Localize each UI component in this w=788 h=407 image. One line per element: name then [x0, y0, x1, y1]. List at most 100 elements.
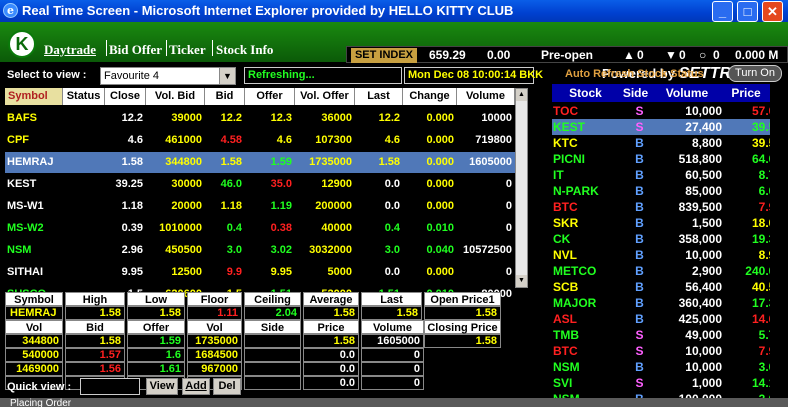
favourite-select[interactable]: Favourite 4 ▼ — [100, 67, 236, 85]
ticker-row[interactable]: ITB60,5008.70 — [552, 167, 783, 183]
ticker-row[interactable]: KEST S 27,400 39.50 — [552, 119, 783, 135]
column-header[interactable]: Close — [105, 88, 146, 105]
table-cell: 20000 — [171, 200, 202, 212]
table-cell: 12.3 — [270, 112, 292, 124]
unchanged-count: 0 — [713, 48, 720, 62]
depth-cell: 1605000 — [361, 334, 424, 348]
symbol-cell[interactable]: HEMRAJ — [5, 152, 63, 173]
depth-cell: 0.0 — [303, 362, 359, 376]
depth-cell: 0 — [361, 362, 424, 376]
nav-divider — [212, 40, 213, 56]
depth-cell: 1.56 — [65, 362, 125, 376]
column-header[interactable]: Symbol — [5, 88, 63, 105]
ticker-row[interactable]: BTCB839,5007.95 — [552, 199, 783, 215]
ie-icon: e — [3, 3, 18, 18]
table-cell: 1.58 — [220, 156, 242, 168]
ticker-row[interactable]: NVLB10,0008.90 — [552, 247, 783, 263]
depth-header: Closing Price — [424, 320, 501, 334]
ticker-row[interactable]: CK B 358,000 19.30 — [552, 231, 783, 247]
ticker-cell: 60,500 — [685, 168, 722, 182]
table-row[interactable]: SITHAI 9.95 12500 9.9 9.95 5000 0.0 0.000 0 — [5, 262, 515, 283]
quote-header: Symbol — [5, 292, 63, 306]
quick-view-input[interactable] — [80, 378, 140, 395]
nav-ticker[interactable]: Ticker — [169, 42, 206, 58]
quote-header: Floor — [187, 292, 242, 306]
quote-value: 1.58 — [303, 306, 359, 320]
symbol-cell[interactable]: NSM — [5, 240, 63, 261]
table-cell: 107300 — [315, 134, 352, 146]
table-scrollbar[interactable]: ▲ ▼ — [515, 88, 528, 288]
ticker-symbol: KEST — [553, 120, 586, 134]
column-header[interactable]: Last — [355, 88, 403, 105]
ticker-row[interactable]: PICNI B 518,800 64.00 — [552, 151, 783, 167]
nav-stock-info[interactable]: Stock Info — [216, 42, 273, 58]
ticker-row[interactable]: TOC S 10,000 57.00 — [552, 103, 783, 119]
add-button[interactable]: Add — [182, 378, 210, 395]
ticker-row[interactable]: TMBS49,0005.70 — [552, 327, 783, 343]
nav-daytrade[interactable]: Daytrade — [44, 42, 96, 58]
depth-cell: 1684500 — [187, 348, 242, 362]
table-row[interactable]: KEST 39.25 30000 46.0 35.0 12900 0.0 0.000 0 — [5, 174, 515, 195]
ticker-row[interactable]: N-PARKB85,0006.00 — [552, 183, 783, 199]
advance-count: 0 — [637, 48, 644, 62]
ticker-header: Side — [619, 84, 652, 102]
ticker-cell: 10,000 — [685, 344, 722, 358]
ticker-row[interactable]: MAJOR B 360,400 17.30 — [552, 295, 783, 311]
turn-on-button[interactable]: Turn On — [728, 65, 782, 82]
set-index-label: SET INDEX — [351, 48, 417, 63]
column-header[interactable]: Offer — [245, 88, 295, 105]
maximize-button[interactable]: □ — [737, 1, 758, 22]
table-cell: 12900 — [321, 178, 352, 190]
symbol-cell[interactable]: KEST — [5, 174, 63, 195]
table-cell: 0.000 — [426, 134, 454, 146]
select-view-label: Select to view : — [7, 69, 87, 81]
ticker-cell: 360,400 — [678, 296, 722, 310]
depth-header: Price — [303, 320, 359, 334]
close-button[interactable]: ✕ — [762, 1, 783, 22]
symbol-cell[interactable]: MS-W1 — [5, 196, 63, 217]
ticker-symbol: BTC — [553, 200, 578, 214]
view-button[interactable]: View — [146, 378, 178, 395]
table-row[interactable]: BAFS 12.2 39000 12.2 12.3 36000 12.2 0.000 10000 — [5, 108, 515, 129]
ticker-row[interactable]: SCB B 56,400 40.50 — [552, 279, 783, 295]
depth-header: Side — [244, 320, 301, 334]
ticker-row[interactable]: KTC B 8,800 39.50 — [552, 135, 783, 151]
table-cell: 0 — [505, 200, 512, 212]
symbol-cell[interactable]: SITHAI — [5, 262, 63, 283]
ticker-row[interactable]: METCO B 2,900 240.00 — [552, 263, 783, 279]
column-header[interactable]: Bid — [205, 88, 245, 105]
symbol-cell[interactable]: BAFS — [5, 108, 63, 129]
column-header[interactable]: Vol. Bid — [146, 88, 205, 105]
column-header[interactable]: Vol. Offer — [295, 88, 355, 105]
ticker-cell: 518,800 — [678, 152, 722, 166]
ticker-scrollbar[interactable] — [770, 84, 783, 402]
table-row[interactable]: MS-W2 0.39 1010000 0.4 0.38 40000 0.4 0.010 0 — [5, 218, 515, 239]
table-cell: 4.6 — [384, 134, 400, 146]
ticker-row[interactable]: BTCS10,0007.95 — [552, 343, 783, 359]
column-header[interactable]: Status — [63, 88, 105, 105]
symbol-cell[interactable]: MS-W2 — [5, 218, 63, 239]
ticker-row[interactable]: NSMB10,0003.00 — [552, 359, 783, 375]
table-row[interactable]: MS-W1 1.18 20000 1.18 1.19 200000 0.0 0.000 0 — [5, 196, 515, 217]
column-header[interactable]: Change — [403, 88, 457, 105]
table-row[interactable]: CPF 4.6 461000 4.58 4.6 107300 4.6 0.000 719800 — [5, 130, 515, 151]
auto-refresh-label: Auto Refresh Stock Status — [565, 68, 704, 80]
table-row[interactable]: NSM 2.96 450500 3.0 3.02 3032000 3.0 0.040 10572… — [5, 240, 515, 261]
depth-header: Vol — [5, 320, 63, 334]
minimize-button[interactable]: _ — [712, 1, 733, 22]
ticker-row[interactable]: SVI S 1,000 14.10 — [552, 375, 783, 391]
scroll-up-icon[interactable]: ▲ — [516, 89, 527, 101]
nav-bid-offer[interactable]: Bid Offer — [109, 42, 162, 58]
table-cell: 0 — [505, 222, 512, 234]
chevron-down-icon[interactable]: ▼ — [219, 68, 235, 84]
table-cell: 0.010 — [426, 222, 454, 234]
table-row[interactable]: HEMRAJ 1.58 344800 1.58 1.59 1735000 1.58 0.000… — [5, 152, 515, 173]
del-button[interactable]: Del — [213, 378, 241, 395]
ticker-cell: 358,000 — [678, 232, 722, 246]
ticker-row[interactable]: ASL B 425,000 14.60 — [552, 311, 783, 327]
symbol-cell[interactable]: CPF — [5, 130, 63, 151]
column-header[interactable]: Volume — [457, 88, 515, 105]
ticker-symbol: TOC — [553, 104, 579, 118]
ticker-row[interactable]: SKR B 1,500 18.00 — [552, 215, 783, 231]
scroll-down-icon[interactable]: ▼ — [516, 275, 527, 287]
